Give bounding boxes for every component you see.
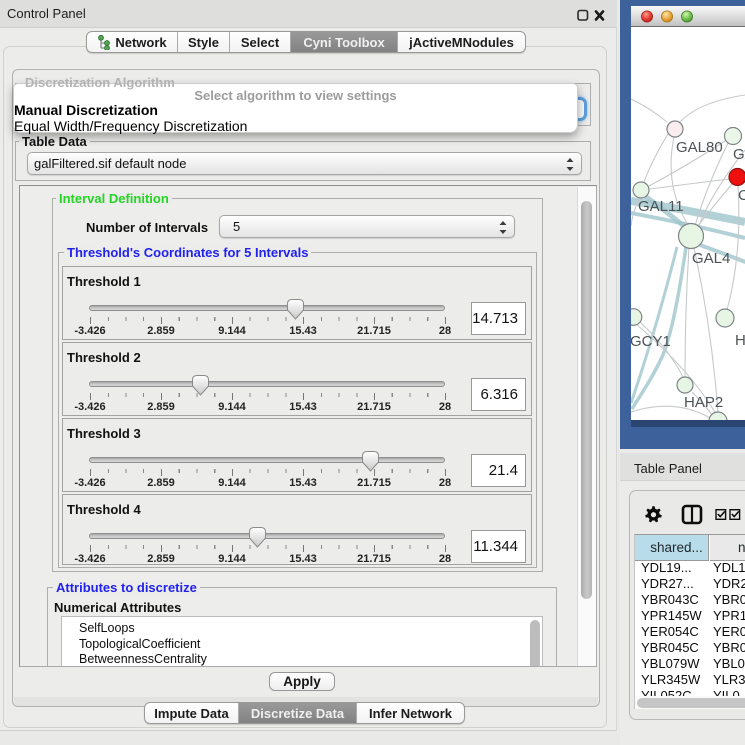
svg-text:HAP2: HAP2 xyxy=(684,394,723,411)
svg-text:GA: GA xyxy=(733,146,745,163)
svg-text:GAL11: GAL11 xyxy=(638,198,684,215)
svg-text:GAL4: GAL4 xyxy=(692,250,730,267)
svg-text:C: C xyxy=(738,187,745,204)
svg-text:GCY1: GCY1 xyxy=(631,333,671,350)
svg-text:GAL80: GAL80 xyxy=(676,139,723,156)
svg-text:H: H xyxy=(735,332,745,349)
